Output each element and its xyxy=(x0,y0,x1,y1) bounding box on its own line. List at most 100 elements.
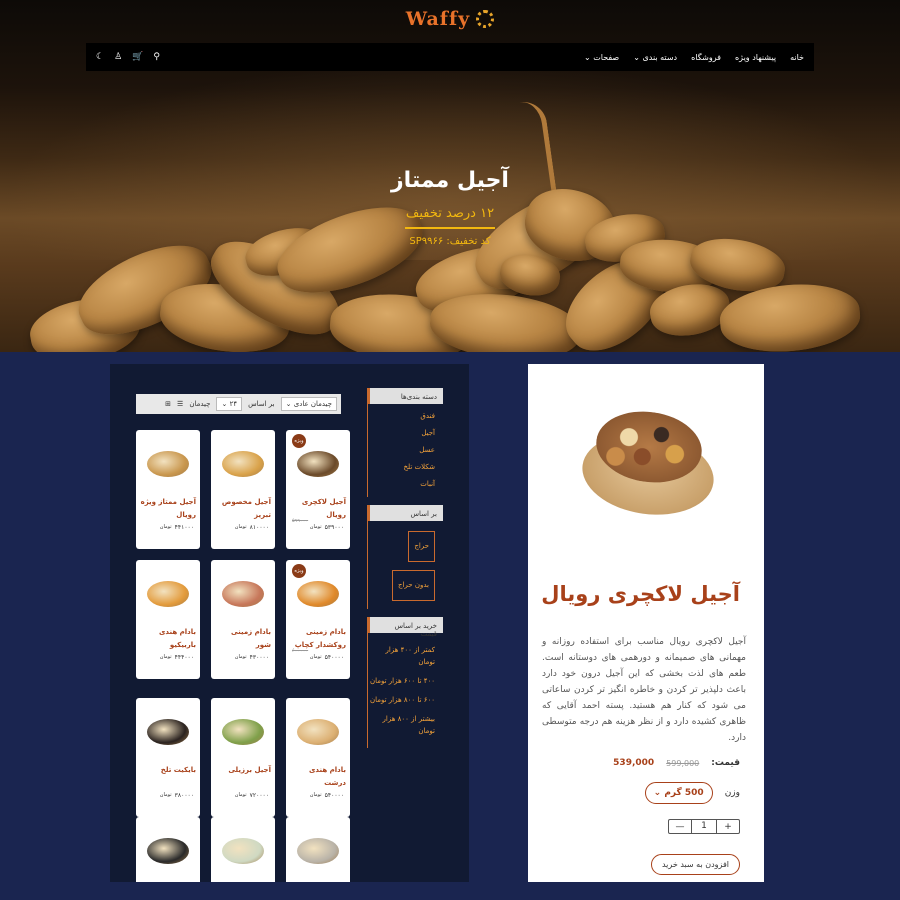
currency-label: تومان xyxy=(234,792,247,798)
product-dish-image xyxy=(222,719,264,745)
list-view-icon[interactable]: ☰ xyxy=(177,400,183,408)
nav-home[interactable]: خانه xyxy=(790,53,804,62)
product-price: ۴۳۰۰۰۰ xyxy=(249,654,269,661)
filter-sale-button[interactable]: حراج xyxy=(408,531,435,562)
product-dish-image xyxy=(297,838,339,864)
filter-list: حراج بدون حراج xyxy=(367,521,443,609)
product-name[interactable]: بایکیت تلخ xyxy=(140,764,196,777)
product-thumbnail[interactable] xyxy=(142,706,194,758)
shop-panel: دسته بندی‌ها فندق آجیل عسل شکلات تلخ آنب… xyxy=(110,364,469,882)
category-item[interactable]: فندق xyxy=(368,408,435,425)
product-thumbnail[interactable] xyxy=(217,438,269,490)
current-price: 539,000 xyxy=(613,758,655,768)
currency-label: تومان xyxy=(159,792,172,798)
nav-pages[interactable]: صفحات ⌄ xyxy=(584,53,619,62)
price-range-item[interactable]: بیشتر از ۸۰۰ هزار تومان xyxy=(368,713,435,737)
product-thumbnail[interactable] xyxy=(217,825,269,877)
plus-button[interactable]: + xyxy=(717,822,739,832)
product-name[interactable]: بادام هندی درشت xyxy=(290,764,346,790)
product-dish-image xyxy=(222,838,264,864)
price-range-item[interactable]: ۴۰۰ تا ۶۰۰ هزار تومان xyxy=(368,675,435,687)
product-card[interactable] xyxy=(136,817,200,882)
product-dish-image xyxy=(297,581,339,607)
product-price: ۷۲۰۰۰۰ xyxy=(249,792,269,799)
product-thumbnail[interactable] xyxy=(292,706,344,758)
product-card[interactable]: بادام زمینی شور ۴۳۰۰۰۰ تومان xyxy=(211,560,275,679)
nav-categories[interactable]: دسته بندی ⌄ xyxy=(633,53,677,62)
category-item[interactable]: شکلات تلخ xyxy=(368,459,435,476)
moon-icon[interactable]: ☾ xyxy=(96,52,104,62)
product-name[interactable]: آجیل ممتاز ویژه رویال xyxy=(140,496,196,522)
sort-value: چیدمان عادی xyxy=(293,400,332,408)
product-title: آجیل لاکچری رویال xyxy=(541,582,740,606)
product-thumbnail[interactable] xyxy=(142,568,194,620)
product-thumbnail[interactable] xyxy=(217,568,269,620)
user-icon[interactable]: ♙ xyxy=(114,52,122,62)
currency-label: تومان xyxy=(234,654,247,660)
product-thumbnail[interactable] xyxy=(142,438,194,490)
old-price: 599,000 xyxy=(666,758,700,768)
product-price: ۵۴۰۰۰۰ xyxy=(324,792,344,799)
grid-view-icon[interactable]: ⊞ xyxy=(165,400,171,408)
quantity-stepper[interactable]: — 1 + xyxy=(668,819,740,834)
add-to-cart-button[interactable]: افزودن به سبد خرید xyxy=(650,854,740,875)
product-card[interactable] xyxy=(211,817,275,882)
product-price-row: ۴۴۱۰۰۰ تومان xyxy=(160,524,194,531)
minus-button[interactable]: — xyxy=(669,822,691,832)
product-name[interactable]: آجیل برزیلی xyxy=(215,764,271,777)
currency-label: تومان xyxy=(159,524,172,530)
product-price-row: ۸۱۰۰۰۰ تومان xyxy=(235,524,269,531)
product-dish-image xyxy=(222,451,264,477)
product-thumbnail[interactable] xyxy=(142,825,194,877)
price-row: قیمت: 599,000 539,000 xyxy=(548,758,740,768)
product-card[interactable]: بادام هندی باربیکیو ۴۴۴۰۰۰ تومان xyxy=(136,560,200,679)
sort-select[interactable]: چیدمان عادی ⌄ xyxy=(280,397,337,411)
product-card[interactable]: آجیل مخصوص تبریز ۸۱۰۰۰۰ تومان xyxy=(211,430,275,549)
sort-label: بر اساس xyxy=(248,400,275,408)
category-item[interactable]: آنبات xyxy=(368,476,435,493)
product-card[interactable]: آجیل برزیلی ۷۲۰۰۰۰ تومان xyxy=(211,698,275,817)
product-detail-card: آجیل لاکچری رویال آجیل لاکچری رویال مناس… xyxy=(528,364,764,882)
sidebar: دسته بندی‌ها فندق آجیل عسل شکلات تلخ آنب… xyxy=(367,388,443,748)
nav-pages-label: صفحات xyxy=(593,52,620,62)
product-card[interactable]: بایکیت تلخ ۳۸۰۰۰۰ تومان xyxy=(136,698,200,817)
logo-icon xyxy=(476,10,495,28)
layout-label: چیدمان xyxy=(189,400,211,408)
currency-label: تومان xyxy=(309,654,322,660)
filter-no-sale-button[interactable]: بدون حراج xyxy=(391,570,435,601)
quantity-value[interactable]: 1 xyxy=(691,820,717,833)
per-page-value: ۲۴ xyxy=(229,400,238,408)
product-card[interactable]: ویژه آجیل لاکچری رویال ۵۹۹۰۰۰ ۵۳۹۰۰۰ تومان xyxy=(286,430,350,549)
nav-shop[interactable]: فروشگاه xyxy=(691,53,721,62)
product-price-row: ۴۴۴۰۰۰ تومان xyxy=(160,654,194,661)
weight-select[interactable]: 500 گرم ⌄ xyxy=(644,782,713,804)
product-name[interactable]: بادام هندی باربیکیو xyxy=(140,626,196,652)
price-label: قیمت: xyxy=(711,758,740,768)
product-card[interactable] xyxy=(286,817,350,882)
cart-icon[interactable]: 🛒 xyxy=(132,52,143,62)
product-price: ۳۸۰۰۰۰ xyxy=(174,792,194,799)
product-name[interactable]: آجیل مخصوص تبریز xyxy=(215,496,271,522)
product-card[interactable]: ویژه بادام زمینی روکشدار کچاپ ۶۰۰۰۰۰ ۵۴۰۰۰۰… xyxy=(286,560,350,679)
site-logo[interactable]: Waffy xyxy=(0,8,900,30)
special-badge: ویژه xyxy=(292,434,306,448)
price-range-item[interactable]: کمتر از ۴۰۰ هزار تومان xyxy=(368,644,435,668)
weight-value: 500 گرم xyxy=(664,788,704,798)
product-price: ۴۴۴۰۰۰ xyxy=(174,654,194,661)
per-page-select[interactable]: ۲۴ ⌄ xyxy=(216,397,243,411)
product-card[interactable]: بادام هندی درشت ۵۴۰۰۰۰ تومان xyxy=(286,698,350,817)
currency-label: تومان xyxy=(309,524,322,530)
product-name[interactable]: بادام زمینی شور xyxy=(215,626,271,652)
price-range-item[interactable]: ۶۰۰ تا ۸۰۰ هزار تومان xyxy=(368,694,435,706)
category-item[interactable]: عسل xyxy=(368,442,435,459)
product-price-row: ۵۳۹۰۰۰ تومان xyxy=(310,524,344,531)
currency-label: تومان xyxy=(309,792,322,798)
category-item[interactable]: آجیل xyxy=(368,425,435,442)
product-dish-image xyxy=(147,581,189,607)
nav-special-offer[interactable]: پیشنهاد ویژه xyxy=(735,53,776,62)
product-thumbnail[interactable] xyxy=(292,825,344,877)
product-thumbnail[interactable] xyxy=(217,706,269,758)
nav-categories-label: دسته بندی xyxy=(642,52,678,62)
search-icon[interactable]: ⚲ xyxy=(153,52,160,62)
product-card[interactable]: آجیل ممتاز ویژه رویال ۴۴۱۰۰۰ تومان xyxy=(136,430,200,549)
